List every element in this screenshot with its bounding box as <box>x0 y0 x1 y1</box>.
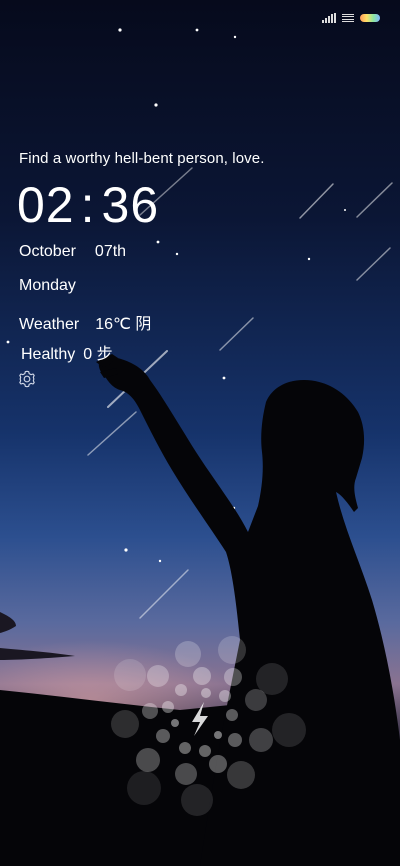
date-month: October <box>19 243 76 260</box>
clock-separator: : <box>80 177 96 233</box>
gear-icon[interactable] <box>17 369 37 389</box>
weather-label: Weather <box>19 316 80 333</box>
charging-animation <box>111 636 306 816</box>
lock-screen: Find a worthy hell-bent person, love. 02… <box>0 0 400 866</box>
status-bar <box>322 10 380 26</box>
date-day: 07th <box>94 243 127 260</box>
signal-icon <box>322 13 336 23</box>
clock: 02:36 <box>17 176 159 234</box>
weekday: Monday <box>19 277 76 294</box>
lightning-icon <box>192 702 208 736</box>
date-line: October 07th <box>19 243 126 261</box>
motto-text: Find a worthy hell-bent person, love. <box>19 150 265 167</box>
clock-minutes: 36 <box>101 177 160 233</box>
health-label: Healthy <box>21 346 76 363</box>
health-value: 0 步 <box>83 346 113 363</box>
battery-icon <box>360 14 380 22</box>
wifi-icon <box>342 13 354 23</box>
health-line: Healthy 0 步 <box>21 340 113 364</box>
weather-value: 16℃ 阴 <box>95 316 152 333</box>
tree-silhouette <box>0 612 75 660</box>
weather-line: Weather 16℃ 阴 <box>19 310 151 334</box>
charging-bubbles <box>111 636 306 816</box>
clock-hours: 02 <box>17 177 75 233</box>
